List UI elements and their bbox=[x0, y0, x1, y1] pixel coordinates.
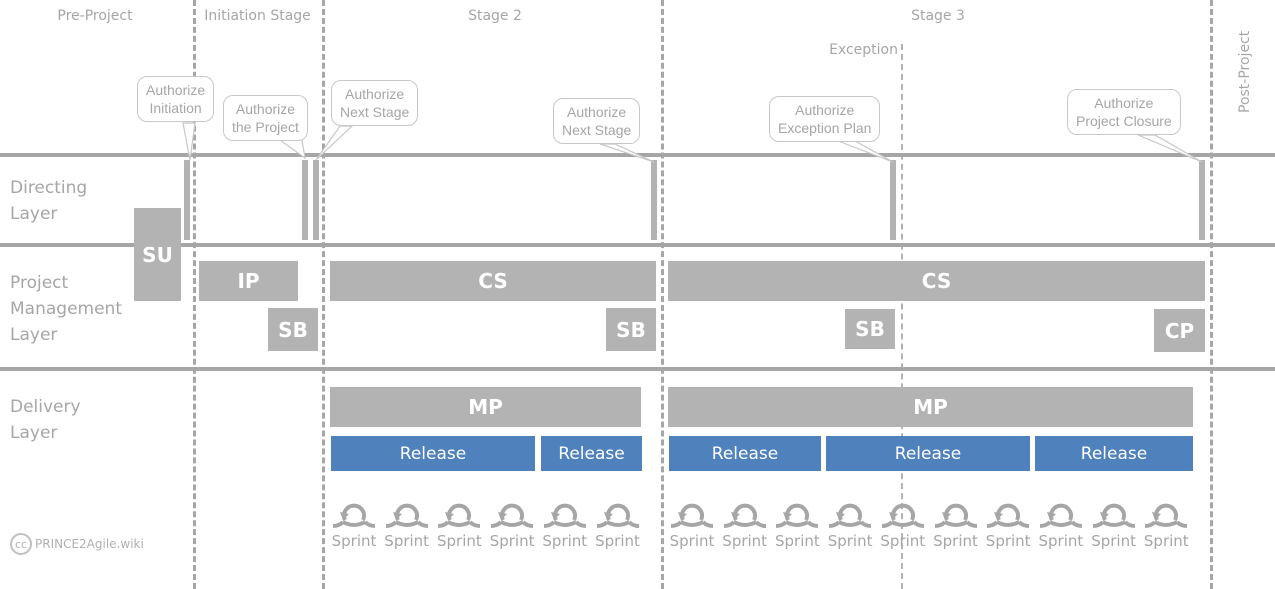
callout-text: Authorize bbox=[345, 86, 405, 102]
callout-authorize-closure: Authorize Project Closure bbox=[1067, 89, 1181, 135]
callout-authorize-next-stage-1: Authorize Next Stage bbox=[331, 80, 419, 126]
callout-authorize-project: Authorize the Project bbox=[223, 95, 308, 141]
callout-text: Authorize bbox=[1094, 95, 1154, 111]
pointer-authorize-next-stage-1 bbox=[315, 125, 354, 161]
pointer-authorize-initiation bbox=[182, 122, 196, 161]
callout-text: Next Stage bbox=[562, 122, 632, 138]
callout-text: Exception Plan bbox=[778, 120, 872, 136]
callout-authorize-initiation: Authorize Initiation bbox=[137, 76, 215, 122]
callout-text: Authorize bbox=[795, 102, 855, 118]
pointer-authorize-next-stage-2 bbox=[599, 143, 655, 163]
callout-text: Project Closure bbox=[1076, 113, 1172, 129]
callout-text: Initiation bbox=[149, 100, 202, 116]
pointer-authorize-exception-plan bbox=[837, 140, 894, 163]
callout-text: Authorize bbox=[567, 104, 627, 120]
callout-text: Authorize bbox=[235, 101, 296, 117]
callout-text: Authorize bbox=[146, 82, 206, 98]
callout-authorize-next-stage-2: Authorize Next Stage bbox=[553, 98, 641, 144]
callout-authorize-exception-plan: Authorize Exception Plan bbox=[769, 96, 881, 142]
pointer-authorize-project bbox=[278, 139, 306, 160]
callout-text: Next Stage bbox=[340, 104, 410, 120]
callout-text: the Project bbox=[232, 119, 299, 135]
pointer-authorize-closure bbox=[1137, 134, 1203, 163]
